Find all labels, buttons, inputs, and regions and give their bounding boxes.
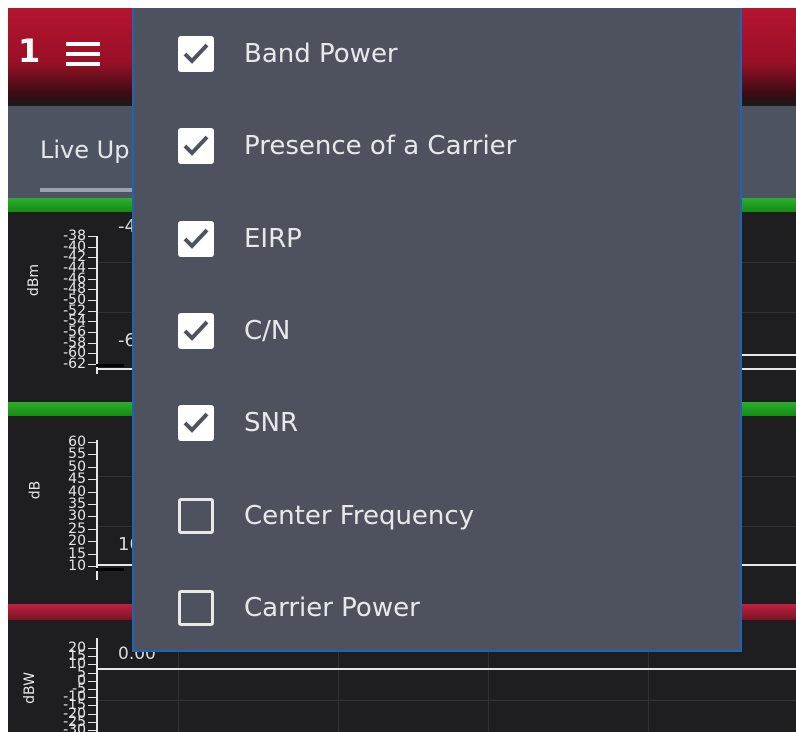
checkmark-icon [183,43,209,64]
y-tick-mark [88,516,96,518]
y-tick-mark [88,713,96,715]
metric-option-label: C/N [244,315,291,346]
checkbox-checked[interactable] [178,220,214,257]
metric-option[interactable]: C/N [134,285,740,377]
y-tick-mark [88,246,96,248]
y-tick-mark [88,310,96,312]
y-tick-mark [88,528,96,530]
metric-option-label: Center Frequency [244,500,475,531]
y-axis-line [96,236,98,374]
y-tick-mark [88,300,96,301]
metric-option[interactable]: EIRP [134,193,740,285]
y-tick-mark [88,656,96,658]
checkmark-icon [183,228,209,249]
y-tick-mark [88,332,96,333]
y-tick-mark [88,342,96,344]
y-tick-label: -62 [63,356,86,372]
metric-option[interactable]: SNR [134,377,740,469]
y-axis-line [96,638,98,732]
checkmark-icon [183,412,209,434]
y-tick-mark [88,454,96,456]
grid-line [98,700,796,701]
y-tick-mark [88,689,96,690]
hamburger-menu-icon[interactable] [66,40,100,68]
y-tick-mark [88,353,96,355]
metric-option[interactable]: Center Frequency [134,470,740,562]
metric-option-label: SNR [244,408,299,439]
y-tick-mark [88,321,96,323]
checkbox-checked[interactable] [178,405,214,442]
checkbox-checked[interactable] [178,312,214,349]
app-window: 1 Live Up dBm -4 -6 -38 -40 -42 -44 -46 -48 -5… [8,8,796,732]
metric-option-label: Presence of a Carrier [244,131,517,162]
y-tick-mark [88,466,96,468]
y-tick-mark [88,566,96,567]
checkmark-icon [183,320,209,341]
header-number: 1 [18,32,41,70]
y-tick-label: -30 [63,722,86,732]
axis-unit-dbw: dBW [21,672,38,704]
y-tick-mark [88,364,96,365]
y-tick-mark [88,541,96,543]
tab-live-up[interactable]: Live Up [40,136,129,164]
y-tick-mark [88,648,96,649]
active-tab-indicator [40,188,140,192]
y-tick-mark [88,479,96,481]
y-tick-mark [88,553,96,555]
checkbox-checked[interactable] [178,36,214,72]
y-tick-mark [88,289,96,291]
axis-unit-dbm: dBm [26,263,43,297]
value-marker [96,568,124,571]
series-line [738,354,796,356]
y-tick-mark [88,664,96,666]
y-tick-mark [88,697,96,699]
y-tick-label: 10 [68,558,86,574]
y-tick-mark [88,721,96,723]
metric-option[interactable]: Presence of a Carrier [134,100,740,192]
y-axis-line [96,440,98,580]
y-tick-mark [88,672,96,674]
y-tick-mark [88,730,96,731]
metric-option[interactable]: Carrier Power [134,562,740,654]
series-line [96,668,796,670]
y-tick-mark [88,504,96,505]
y-tick-mark [88,442,96,443]
y-tick-mark [88,278,96,280]
checkbox-unchecked[interactable] [178,497,214,534]
y-tick-mark [88,236,96,237]
y-tick-mark [88,491,96,493]
metric-option-label: Carrier Power [244,592,420,623]
y-tick-mark [88,680,96,682]
metric-option-label: Band Power [244,39,398,69]
metric-selection-dropdown: Band Power Presence of a Carrier EIRP C/N SN… [132,8,742,652]
axis-unit-db: dB [27,480,44,500]
y-tick-mark [88,257,96,259]
metric-option[interactable]: Band Power [134,8,740,100]
y-tick-mark [88,268,96,269]
value-marker [96,364,124,367]
checkbox-checked[interactable] [178,128,214,165]
checkbox-unchecked[interactable] [178,589,214,626]
checkmark-icon [183,135,209,157]
metric-option-label: EIRP [244,223,302,254]
y-tick-mark [88,705,96,707]
